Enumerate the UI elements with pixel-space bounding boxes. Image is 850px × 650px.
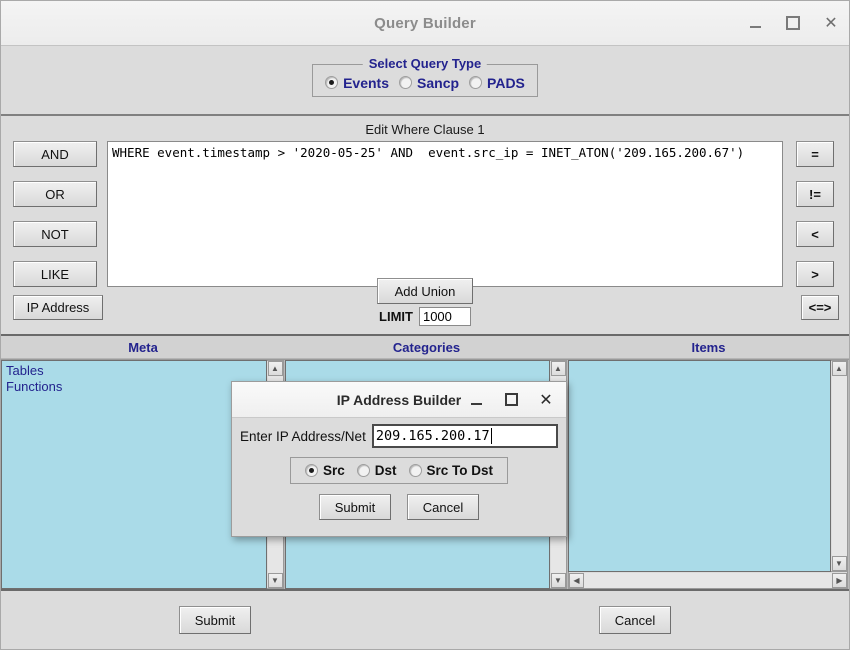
- maximize-icon[interactable]: [785, 15, 801, 31]
- cancel-button[interactable]: Cancel: [599, 606, 671, 634]
- ip-address-builder-dialog: IP Address Builder ✕ Enter IP Address/Ne…: [231, 381, 567, 537]
- ip-field-row: Enter IP Address/Net 209.165.200.17: [240, 424, 558, 448]
- list-item[interactable]: Tables: [4, 363, 266, 379]
- logical-operator-buttons: AND OR NOT LIKE: [7, 141, 103, 287]
- radio-events-label: Events: [343, 74, 390, 91]
- scroll-down-icon[interactable]: ▼: [831, 556, 847, 571]
- query-type-radio-group: Events Sancp PADS: [325, 75, 525, 91]
- where-clause-body: AND OR NOT LIKE WHERE event.timestamp > …: [7, 141, 843, 287]
- radio-dst-label: Dst: [374, 463, 397, 478]
- not-equals-button[interactable]: !=: [796, 181, 834, 207]
- null-safe-equals-row: <=>: [801, 295, 839, 320]
- not-button[interactable]: NOT: [13, 221, 97, 247]
- scroll-up-icon[interactable]: ▲: [831, 361, 847, 376]
- items-scroll-track[interactable]: [831, 376, 847, 556]
- radio-dst[interactable]: Dst: [356, 463, 397, 478]
- window-controls: ✕: [747, 1, 839, 45]
- radio-pads-dot: [469, 76, 483, 89]
- ip-field-label: Enter IP Address/Net: [240, 428, 366, 444]
- limit-label: LIMIT: [379, 309, 413, 324]
- null-safe-equals-button[interactable]: <=>: [801, 295, 839, 320]
- window-footer: Submit Cancel: [1, 591, 849, 649]
- scroll-left-icon[interactable]: ◀: [569, 572, 584, 588]
- query-type-section: Select Query Type Events Sancp PADS: [1, 46, 849, 114]
- dialog-buttons: Submit Cancel: [240, 494, 558, 520]
- dialog-close-icon[interactable]: ✕: [538, 391, 554, 408]
- radio-sancp-label: Sancp: [417, 74, 460, 91]
- radio-dst-dot: [356, 464, 370, 477]
- query-type-legend: Select Query Type: [362, 55, 488, 71]
- dialog-maximize-icon[interactable]: [503, 392, 519, 408]
- less-than-button[interactable]: <: [796, 221, 834, 247]
- dialog-window-controls: ✕: [468, 382, 554, 417]
- items-panel: ▲ ▼ ◀ ▶: [568, 360, 849, 589]
- window-titlebar: Query Builder ✕: [1, 1, 849, 46]
- minimize-icon[interactable]: [747, 15, 763, 31]
- scroll-right-icon[interactable]: ▶: [832, 572, 847, 588]
- items-vertical-scrollbar[interactable]: ▲ ▼: [831, 360, 848, 572]
- window-title: Query Builder: [374, 14, 476, 32]
- scroll-up-icon[interactable]: ▲: [267, 361, 283, 376]
- items-hscroll-track[interactable]: [584, 572, 832, 588]
- dialog-body: Enter IP Address/Net 209.165.200.17 Src …: [232, 418, 566, 536]
- list-item[interactable]: Functions: [4, 379, 266, 395]
- or-button[interactable]: OR: [13, 181, 97, 207]
- radio-events-dot: [325, 76, 339, 89]
- screen: Query Builder ✕ Select Query Type Events: [0, 0, 850, 650]
- dialog-title: IP Address Builder: [336, 391, 462, 408]
- where-clause-textarea[interactable]: WHERE event.timestamp > '2020-05-25' AND…: [107, 141, 783, 287]
- where-clause-heading: Edit Where Clause 1: [365, 122, 485, 137]
- comparison-operator-buttons: = != < >: [787, 141, 843, 287]
- meta-listbox[interactable]: Tables Functions: [1, 360, 267, 589]
- scroll-down-icon[interactable]: ▼: [267, 573, 283, 588]
- submit-button[interactable]: Submit: [179, 606, 251, 634]
- dialog-cancel-button[interactable]: Cancel: [407, 494, 479, 520]
- add-union-button[interactable]: Add Union: [377, 278, 473, 304]
- dialog-titlebar: IP Address Builder ✕: [232, 382, 566, 418]
- radio-src[interactable]: Src: [304, 463, 345, 478]
- union-limit-area: Add Union LIMIT 1000: [1, 278, 849, 326]
- radio-sancp-dot: [399, 76, 413, 89]
- dialog-submit-button[interactable]: Submit: [319, 494, 391, 520]
- query-type-groupbox: Select Query Type Events Sancp PADS: [312, 55, 538, 97]
- items-horizontal-scrollbar[interactable]: ◀ ▶: [568, 572, 848, 589]
- column-header-meta: Meta: [128, 339, 158, 355]
- direction-radio-group: Src Dst Src To Dst: [289, 457, 509, 484]
- ip-address-input[interactable]: 209.165.200.17: [371, 424, 558, 448]
- browser-column-headers: Meta Categories Items: [1, 336, 849, 359]
- scroll-up-icon[interactable]: ▲: [550, 361, 566, 376]
- column-header-categories: Categories: [392, 339, 461, 355]
- query-builder-window: Query Builder ✕ Select Query Type Events: [0, 0, 850, 650]
- radio-src-to-dst-label: Src To Dst: [426, 463, 494, 478]
- radio-src-to-dst[interactable]: Src To Dst: [408, 463, 494, 478]
- radio-pads[interactable]: PADS: [469, 75, 525, 91]
- equals-button[interactable]: =: [796, 141, 834, 167]
- text-caret: [490, 428, 492, 444]
- radio-src-to-dst-dot: [408, 464, 422, 477]
- radio-src-label: Src: [322, 463, 345, 478]
- radio-pads-label: PADS: [487, 74, 525, 91]
- radio-sancp[interactable]: Sancp: [399, 75, 459, 91]
- ip-address-input-value: 209.165.200.17: [375, 428, 490, 444]
- limit-row: LIMIT 1000: [379, 307, 471, 326]
- scroll-down-icon[interactable]: ▼: [550, 573, 566, 588]
- close-icon[interactable]: ✕: [823, 15, 839, 31]
- radio-src-dot: [304, 464, 318, 477]
- where-clause-input-wrap: WHERE event.timestamp > '2020-05-25' AND…: [103, 141, 787, 287]
- direction-radio-wrap: Src Dst Src To Dst: [240, 457, 558, 484]
- items-listbox[interactable]: [568, 360, 831, 572]
- column-header-items: Items: [691, 339, 726, 355]
- limit-input[interactable]: 1000: [418, 307, 471, 326]
- where-clause-section: Edit Where Clause 1 AND OR NOT LIKE WHER…: [1, 114, 849, 336]
- dialog-minimize-icon[interactable]: [468, 392, 484, 408]
- radio-events[interactable]: Events: [325, 75, 389, 91]
- items-panel-inner: ▲ ▼: [568, 360, 848, 572]
- and-button[interactable]: AND: [13, 141, 97, 167]
